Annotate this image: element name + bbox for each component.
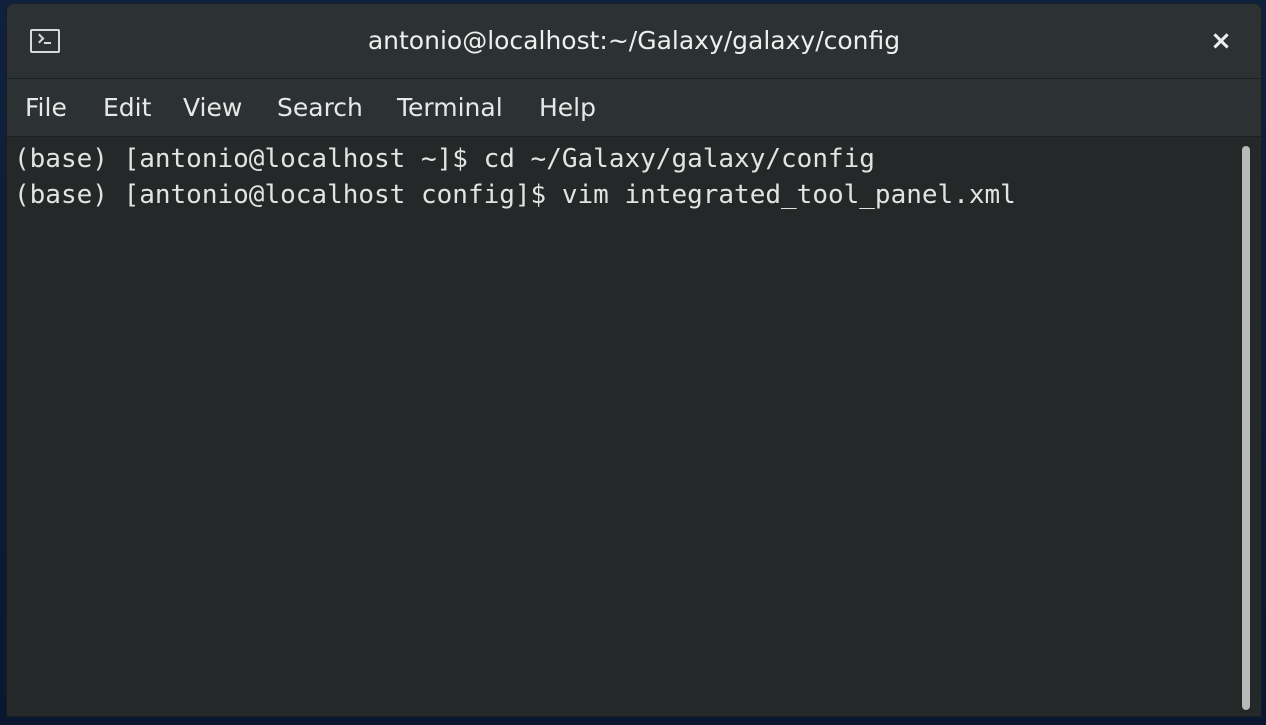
- menu-file[interactable]: File: [25, 79, 67, 136]
- menu-bar: File Edit View Search Terminal Help: [7, 79, 1261, 137]
- scrollbar[interactable]: [1239, 142, 1253, 714]
- menu-terminal[interactable]: Terminal: [397, 79, 503, 136]
- terminal-line: (base) [antonio@localhost config]$ vim i…: [14, 180, 1016, 210]
- menu-view[interactable]: View: [183, 79, 242, 136]
- title-bar[interactable]: antonio@localhost:~/Galaxy/galaxy/config…: [7, 4, 1261, 79]
- terminal-line: (base) [antonio@localhost ~]$ cd ~/Galax…: [14, 144, 875, 174]
- menu-help[interactable]: Help: [539, 79, 596, 136]
- close-button[interactable]: ×: [1205, 25, 1237, 57]
- desktop-background: antonio@localhost:~/Galaxy/galaxy/config…: [0, 0, 1266, 725]
- terminal-content[interactable]: (base) [antonio@localhost ~]$ cd ~/Galax…: [7, 137, 1261, 716]
- window-title: antonio@localhost:~/Galaxy/galaxy/config: [367, 26, 901, 55]
- menu-search[interactable]: Search: [277, 79, 363, 136]
- scrollbar-thumb[interactable]: [1242, 146, 1250, 710]
- terminal-window: antonio@localhost:~/Galaxy/galaxy/config…: [7, 4, 1261, 716]
- menu-edit[interactable]: Edit: [103, 79, 151, 136]
